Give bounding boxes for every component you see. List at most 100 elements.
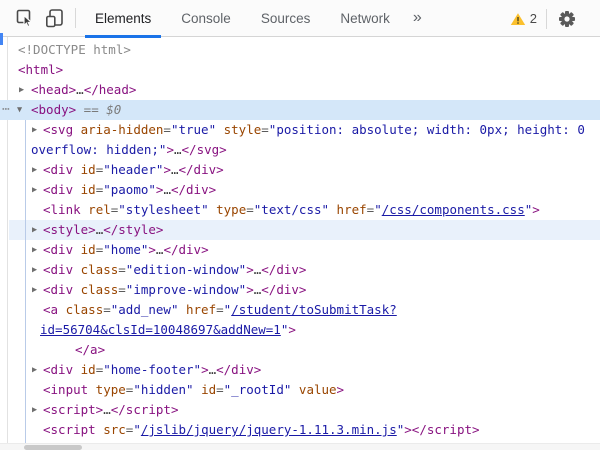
code-segment: … <box>174 142 182 157</box>
code-line: <a class="add_new" href="/student/toSubm… <box>43 300 397 320</box>
dom-tree-row[interactable]: ▶<svg aria-hidden="true" style="position… <box>0 120 600 140</box>
code-segment: rel <box>81 202 111 217</box>
code-segment: class <box>73 262 118 277</box>
code-segment: "home-footer" <box>103 362 201 377</box>
attribute-link[interactable]: /student/toSubmitTask? <box>231 302 397 317</box>
code-segment: … <box>103 402 111 417</box>
code-segment: "text/css" <box>254 202 329 217</box>
dom-tree-row[interactable]: <html> <box>0 60 600 80</box>
tab-sources[interactable]: Sources <box>251 0 321 37</box>
expand-arrow-icon[interactable]: ▶ <box>32 400 37 420</box>
code-segment: … <box>163 182 171 197</box>
code-segment: = <box>216 382 224 397</box>
settings-gear-icon[interactable] <box>556 8 578 30</box>
code-segment: href <box>178 302 216 317</box>
warnings-badge[interactable]: 2 <box>510 11 537 26</box>
code-line: <link rel="stylesheet" type="text/css" h… <box>43 200 540 220</box>
dom-tree-row[interactable]: <link rel="stylesheet" type="text/css" h… <box>0 200 600 220</box>
device-toolbar-icon[interactable] <box>44 7 66 29</box>
code-segment: = <box>118 282 126 297</box>
expand-arrow-icon[interactable]: ▶ <box>32 240 37 260</box>
expand-arrow-icon[interactable]: ▶ <box>32 120 37 140</box>
code-segment: href <box>329 202 367 217</box>
attribute-link[interactable]: /jslib/jquery/jquery-1.11.3.min.js <box>141 422 397 437</box>
code-segment: <div <box>43 182 73 197</box>
dom-tree-row[interactable]: ▶ <div id="home-footer">…</div> <box>0 360 600 380</box>
attribute-link[interactable]: id=56704&clsId=10048697&addNew=1 <box>40 322 281 337</box>
dom-tree-row[interactable]: <a class="add_new" href="/student/toSubm… <box>0 300 600 320</box>
code-segment: value <box>291 382 336 397</box>
expand-arrow-icon[interactable]: ▶ <box>32 180 37 200</box>
code-line: id=56704&clsId=10048697&addNew=1"> <box>40 320 296 340</box>
tab-network[interactable]: Network <box>330 0 400 37</box>
dom-tree-row[interactable]: ▶ <div id="home">…</div> <box>0 240 600 260</box>
dom-tree-row[interactable]: <input type="hidden" id="_rootId" value> <box>0 380 600 400</box>
dom-tree-row[interactable]: ▶ <div id="paomo">…</div> <box>0 180 600 200</box>
code-line: <input type="hidden" id="_rootId" value> <box>43 380 344 400</box>
code-line: <div class="edition-window">…</div> <box>43 260 306 280</box>
expand-arrow-icon[interactable]: ▶ <box>32 160 37 180</box>
expand-arrow-icon[interactable]: ▶ <box>32 360 37 380</box>
scrollbar-thumb[interactable] <box>24 445 82 450</box>
warning-count: 2 <box>530 11 537 26</box>
code-segment: > <box>532 202 540 217</box>
code-segment: type <box>209 202 247 217</box>
code-line: <html> <box>18 60 63 80</box>
code-line: <div id="paomo">…</div> <box>43 180 216 200</box>
code-line: <div id="home">…</div> <box>43 240 209 260</box>
dom-tree-row[interactable]: ▶ <head>…</head> <box>0 80 600 100</box>
code-line: <div id="home-footer">…</div> <box>43 360 261 380</box>
dom-tree-row[interactable]: <script src="/jslib/jquery/jquery-1.11.3… <box>0 420 600 440</box>
toolbar-divider <box>546 9 547 29</box>
code-segment: <head> <box>31 82 76 97</box>
tab-elements[interactable]: Elements <box>85 0 161 37</box>
code-segment: id <box>73 182 96 197</box>
code-segment: = <box>163 122 171 137</box>
dom-tree-row[interactable]: <!DOCTYPE html> <box>0 40 600 60</box>
code-segment: <svg <box>43 122 73 137</box>
code-line: <div class="improve-window">…</div> <box>43 280 306 300</box>
code-segment: style <box>216 122 261 137</box>
dom-tree-row[interactable]: ▶<script>…</script> <box>0 400 600 420</box>
dom-tree-row[interactable]: ▶ <div class="improve-window">…</div> <box>0 280 600 300</box>
code-segment: <style> <box>43 222 96 237</box>
code-segment: "_rootId" <box>224 382 292 397</box>
code-segment: > <box>246 262 254 277</box>
expand-arrow-icon[interactable]: ▶ <box>32 260 37 280</box>
code-line: <style>…</style> <box>43 220 163 240</box>
expand-arrow-icon[interactable]: ▶ <box>32 280 37 300</box>
dom-tree-row[interactable]: overflow: hidden;">…</svg> <box>0 140 600 160</box>
code-line: overflow: hidden;">…</svg> <box>31 140 227 160</box>
code-line: <svg aria-hidden="true" style="position:… <box>43 120 585 140</box>
code-segment: <!DOCTYPE html> <box>18 42 131 57</box>
dom-tree-row[interactable]: </a> <box>0 340 600 360</box>
inspect-element-icon[interactable] <box>14 7 36 29</box>
code-segment: <link <box>43 202 81 217</box>
code-segment: = <box>216 302 224 317</box>
collapse-arrow-icon[interactable]: ▼ <box>17 100 22 120</box>
code-segment: "hidden" <box>133 382 193 397</box>
code-segment: > <box>163 162 171 177</box>
more-tabs-icon[interactable]: » <box>413 9 422 27</box>
tab-console[interactable]: Console <box>171 0 241 37</box>
code-segment: … <box>76 82 84 97</box>
code-segment: <div <box>43 282 73 297</box>
dom-tree-row[interactable]: ▶ <div class="edition-window">…</div> <box>0 260 600 280</box>
expand-arrow-icon[interactable]: ▶ <box>32 220 37 240</box>
code-segment: </head> <box>84 82 137 97</box>
devtools-toolbar: Elements Console SourcesNetwork » 2 <box>0 0 600 37</box>
code-line: <!DOCTYPE html> <box>18 40 131 60</box>
code-segment: = <box>118 262 126 277</box>
expand-arrow-icon[interactable]: ▶ <box>19 80 24 100</box>
code-segment: "home" <box>103 242 148 257</box>
more-actions-icon[interactable]: ⋯ <box>2 100 9 119</box>
dom-tree-row[interactable]: ▶ <style>…</style> <box>0 220 600 240</box>
dom-tree-row[interactable]: ⋯ ▼ <body> == $0 <box>0 100 600 120</box>
dom-tree-row[interactable]: id=56704&clsId=10048697&addNew=1"> <box>0 320 600 340</box>
dom-tree-row[interactable]: ▶<div id="header">…</div> <box>0 160 600 180</box>
code-segment: > <box>337 382 345 397</box>
code-segment: </a> <box>75 342 105 357</box>
attribute-link[interactable]: /css/components.css <box>382 202 525 217</box>
code-segment: id <box>73 162 96 177</box>
code-line: <body> == $0 <box>31 100 121 120</box>
